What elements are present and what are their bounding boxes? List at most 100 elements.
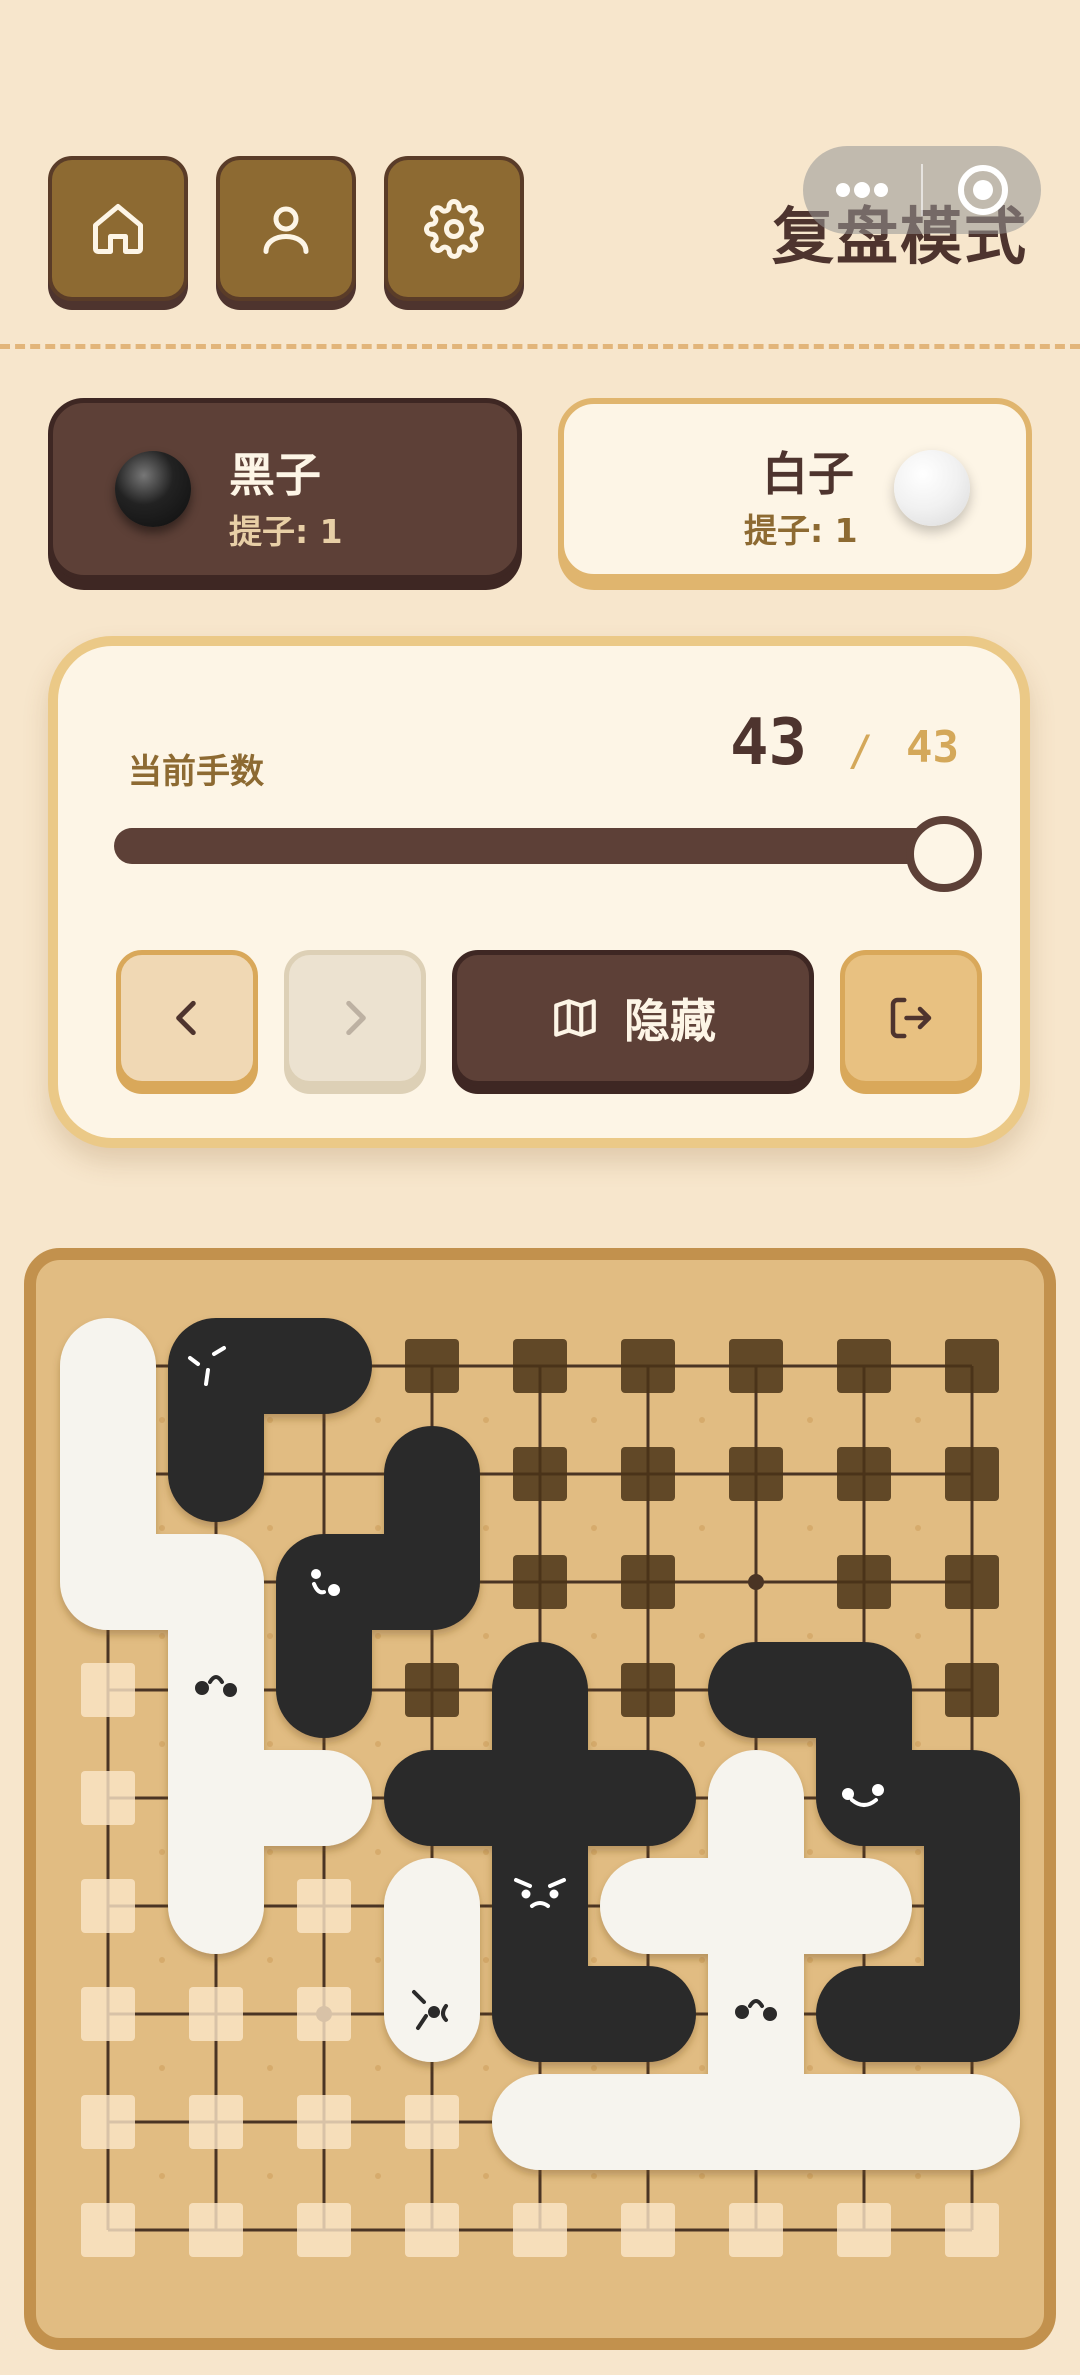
white-territory-marker [405,2095,459,2149]
black-territory-marker [837,1339,891,1393]
target-close-icon[interactable] [956,163,1010,217]
white-player-name: 白子 [762,447,854,501]
board-texture-dot [591,2065,597,2071]
current-move-label: 当前手数 [128,752,264,792]
hide-territory-button[interactable]: 隐藏 [452,950,814,1086]
board-texture-dot [267,1957,273,1963]
more-dots-icon[interactable] [831,174,893,206]
white-stone-group-segment [648,2074,756,2170]
home-icon [93,203,143,254]
black-territory-marker [513,1447,567,1501]
black-territory-marker [513,1555,567,1609]
white-territory-marker [297,2095,351,2149]
white-territory-marker [81,2095,135,2149]
white-stone-group-segment [864,2074,972,2170]
black-territory-marker [405,1339,459,1393]
board-texture-dot [699,1741,705,1747]
white-territory-marker [81,1879,135,1933]
board-texture-dot [375,2173,381,2179]
black-territory-marker [621,1447,675,1501]
white-territory-marker [405,2203,459,2257]
mini-program-capsule [803,146,1041,234]
black-territory-marker [621,1555,675,1609]
board-texture-dot [591,2173,597,2179]
white-territory-marker [189,2095,243,2149]
white-territory-marker [729,2203,783,2257]
board-texture-dot [483,2065,489,2071]
next-move-button[interactable] [284,950,426,1086]
board-texture-dot [699,1417,705,1423]
board-texture-dot [375,1633,381,1639]
board-texture-dot [159,1417,165,1423]
white-territory-marker [621,2203,675,2257]
black-territory-marker [405,1663,459,1717]
black-territory-marker [513,1339,567,1393]
board-texture-dot [267,2065,273,2071]
board-texture-dot [483,1417,489,1423]
board-texture-dot [375,1525,381,1531]
board-texture-dot [159,1849,165,1855]
board-texture-dot [807,2065,813,2071]
board-texture-dot [807,1957,813,1963]
black-territory-marker [837,1555,891,1609]
white-stone-group-segment [168,1582,264,1690]
exit-replay-button[interactable] [840,950,982,1086]
black-player-card: 黑子 提子: 1 [48,398,522,580]
profile-button[interactable] [216,156,356,301]
black-player-name: 黑子 [229,448,321,502]
black-stone-group-segment [168,1366,264,1474]
board-texture-dot [591,1417,597,1423]
black-captures: 提子: 1 [229,512,343,551]
board-texture-dot [159,1741,165,1747]
board-texture-dot [807,1849,813,1855]
board-texture-dot [591,1957,597,1963]
go-board[interactable] [24,1248,1056,2350]
board-texture-dot [159,2173,165,2179]
board-texture-dot [807,1633,813,1639]
board-texture-dot [483,1741,489,1747]
board-texture-dot [483,1849,489,1855]
replay-panel: 当前手数 43 / 43 隐藏 [48,636,1030,1148]
board-texture-dot [375,1417,381,1423]
white-territory-marker [189,1987,243,2041]
board-texture-dot [699,1525,705,1531]
chevron-right-icon [346,1000,366,1036]
board-texture-dot [267,2173,273,2179]
hide-button-label: 隐藏 [624,994,716,1048]
exit-icon [890,997,932,1039]
move-slider-track[interactable] [114,828,944,864]
white-player-card: 白子 提子: 1 [558,398,1032,580]
board-texture-dot [375,1957,381,1963]
black-territory-marker [945,1447,999,1501]
capsule-divider [921,164,923,216]
settings-button[interactable] [384,156,524,301]
white-stone-group [384,1858,480,2062]
map-icon [554,999,596,1037]
board-texture-dot [483,1633,489,1639]
gear-icon [424,198,484,259]
home-button[interactable] [48,156,188,301]
board-texture-dot [159,1957,165,1963]
white-stone-group-segment [648,1858,756,1954]
total-move-number: 43 [906,722,959,773]
board-texture-dot [591,1525,597,1531]
board-texture-dot [591,1633,597,1639]
white-territory-marker [513,2203,567,2257]
white-territory-marker [81,1663,135,1717]
board-texture-dot [699,1633,705,1639]
board-texture-dot [591,1741,597,1747]
white-stone-group-segment [168,1798,264,1906]
board-texture-dot [267,1741,273,1747]
white-territory-marker [81,2203,135,2257]
board-texture-dot [807,1525,813,1531]
board-texture-dot [483,2173,489,2179]
previous-move-button[interactable] [116,950,258,1086]
black-territory-marker [837,1447,891,1501]
board-texture-dot [267,1633,273,1639]
board-texture-dot [915,1417,921,1423]
board-texture-dot [915,1849,921,1855]
move-slider-thumb[interactable] [906,816,982,892]
white-stone-group-segment [756,2074,864,2170]
board-texture-dot [267,1417,273,1423]
board-texture-dot [915,1957,921,1963]
